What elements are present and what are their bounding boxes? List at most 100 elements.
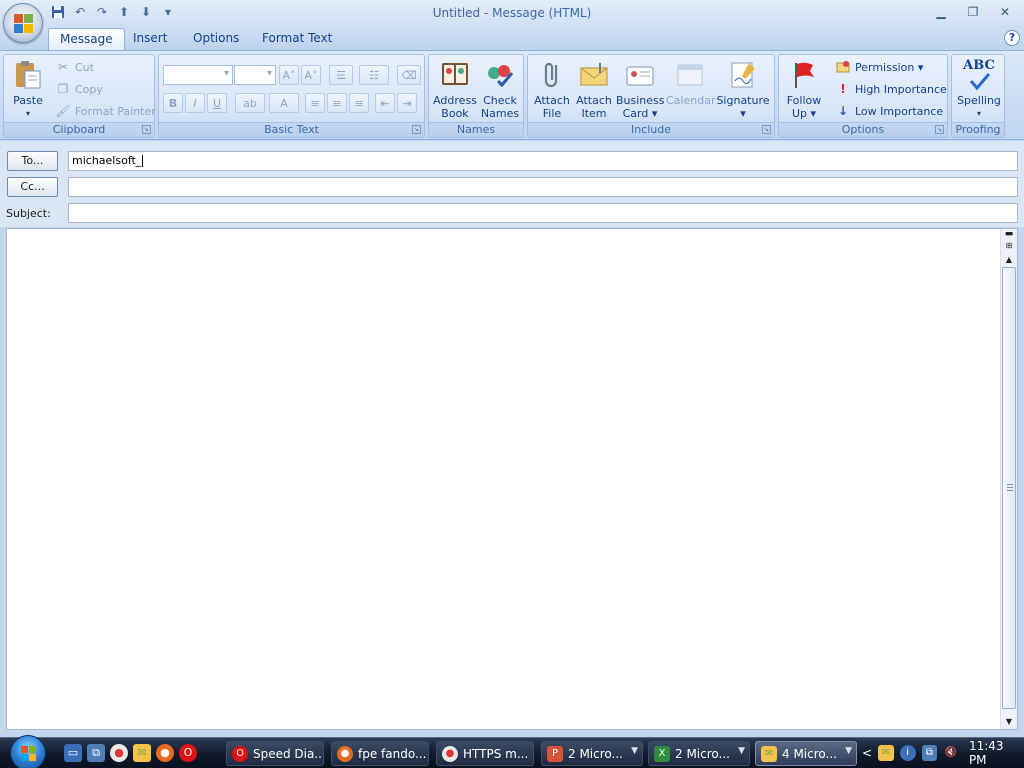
- high-importance-label: High Importance: [855, 82, 947, 96]
- powerpoint-icon: P: [547, 745, 563, 762]
- help-icon[interactable]: ?: [1004, 30, 1020, 46]
- task-microsoft-outlook[interactable]: ✉ 4 Micro... ▼: [755, 741, 857, 766]
- check-names-button[interactable]: Check Names: [479, 59, 521, 120]
- task-microsoft-1[interactable]: P 2 Micro... ▼: [541, 741, 643, 766]
- attach-item-label-2: Item: [581, 107, 607, 120]
- font-color-button[interactable]: A: [269, 93, 299, 113]
- volume-muted-icon[interactable]: 🔇: [943, 745, 959, 761]
- copy-button[interactable]: ❐ Copy: [55, 79, 103, 99]
- task-label: 4 Micro...: [782, 746, 837, 761]
- align-right-button[interactable]: ≡: [349, 93, 369, 113]
- bullets-button[interactable]: ☰: [329, 65, 353, 85]
- task-label: 2 Micro...: [568, 746, 623, 761]
- outlook-tray-icon[interactable]: ✉: [878, 745, 894, 761]
- spelling-check-icon: ABC: [963, 59, 995, 91]
- low-importance-button[interactable]: ↓ Low Importance: [835, 101, 943, 121]
- paste-button[interactable]: Paste ▾: [10, 59, 46, 120]
- clipboard-launcher-icon[interactable]: ↘: [142, 125, 151, 134]
- tab-message[interactable]: Message: [48, 28, 125, 50]
- view-ruler-icon[interactable]: ⊞: [1001, 239, 1017, 253]
- scroll-up-icon[interactable]: ▲: [1001, 253, 1017, 267]
- task-speed-dial[interactable]: O Speed Dia...: [226, 741, 324, 766]
- group-options: Follow Up ▾ Permission ▾ ! High Importan…: [778, 54, 948, 138]
- highlight-button[interactable]: ab: [235, 93, 265, 113]
- scroll-thumb[interactable]: [1002, 267, 1016, 709]
- cc-field[interactable]: [68, 177, 1018, 197]
- calendar-button[interactable]: Calendar: [666, 59, 715, 107]
- group-proofing: ABC Spelling ▾ Proofing: [951, 54, 1005, 138]
- grow-font-button[interactable]: A˄: [279, 65, 299, 85]
- basic-text-group-label: Basic Text: [159, 122, 424, 137]
- task-microsoft-2[interactable]: X 2 Micro... ▼: [648, 741, 750, 766]
- restore-button[interactable]: ❐: [958, 3, 988, 21]
- attach-file-button[interactable]: Attach File: [532, 59, 572, 120]
- tab-insert[interactable]: Insert: [122, 28, 178, 50]
- task-label: fpe fando...: [358, 746, 427, 761]
- task-group-dropdown-icon[interactable]: ▼: [845, 746, 852, 756]
- italic-button[interactable]: I: [185, 93, 205, 113]
- ruler-toggle-icon[interactable]: ▬: [1001, 229, 1017, 239]
- subject-field[interactable]: [68, 203, 1018, 223]
- firefox-icon[interactable]: ●: [156, 744, 174, 762]
- clear-formatting-button[interactable]: ⌫: [397, 65, 421, 85]
- shrink-font-button[interactable]: A˅: [301, 65, 321, 85]
- cc-button[interactable]: Cc...: [7, 177, 58, 197]
- business-card-button[interactable]: Business Card ▾: [616, 59, 665, 120]
- task-chrome[interactable]: ● HTTPS m...: [436, 741, 534, 766]
- group-include: Attach File Attach Item Business Card ▾ …: [527, 54, 775, 138]
- close-button[interactable]: ✕: [990, 3, 1020, 21]
- info-tray-icon[interactable]: i: [899, 745, 916, 761]
- task-group-dropdown-icon[interactable]: ▼: [738, 746, 745, 756]
- scroll-down-icon[interactable]: ▼: [1001, 715, 1017, 729]
- office-button[interactable]: [3, 3, 43, 43]
- address-book-icon: [439, 59, 471, 91]
- decrease-indent-button[interactable]: ⇤: [375, 93, 395, 113]
- outlook-icon[interactable]: ✉: [133, 744, 151, 762]
- permission-button[interactable]: Permission ▾: [835, 57, 923, 77]
- address-book-button[interactable]: Address Book: [433, 59, 477, 120]
- tab-format-text[interactable]: Format Text: [251, 28, 343, 50]
- underline-button[interactable]: U: [207, 93, 227, 113]
- chrome-icon[interactable]: ●: [110, 744, 128, 762]
- align-left-button[interactable]: ≡: [305, 93, 325, 113]
- check-names-label-2: Names: [480, 107, 520, 120]
- basic-text-launcher-icon[interactable]: ↘: [412, 125, 421, 134]
- align-center-button[interactable]: ≡: [327, 93, 347, 113]
- network-icon[interactable]: ⧉: [921, 745, 938, 761]
- address-book-label-2: Book: [441, 107, 469, 120]
- font-size-combo[interactable]: [234, 65, 276, 85]
- cut-button[interactable]: ✂ Cut: [55, 57, 94, 77]
- opera-icon[interactable]: O: [179, 744, 197, 762]
- options-group-label: Options: [779, 122, 947, 137]
- task-group-dropdown-icon[interactable]: ▼: [631, 746, 638, 756]
- switch-windows-icon[interactable]: ⧉: [87, 744, 105, 762]
- ribbon-tabs: Message Insert Options Format Text ?: [0, 27, 1024, 50]
- format-painter-button[interactable]: 🖌 Format Painter: [55, 101, 155, 121]
- options-launcher-icon[interactable]: ↘: [935, 125, 944, 134]
- message-body[interactable]: ▬ ⊞ ▲ ▼: [6, 228, 1018, 730]
- cut-label: Cut: [75, 60, 94, 74]
- signature-button[interactable]: Signature ▾: [716, 59, 770, 120]
- high-importance-button[interactable]: ! High Importance: [835, 79, 947, 99]
- attach-item-label-1: Attach: [576, 94, 612, 107]
- start-button[interactable]: [10, 735, 46, 768]
- numbering-button[interactable]: ☷: [359, 65, 389, 85]
- show-desktop-icon[interactable]: ▭: [64, 744, 82, 762]
- to-button[interactable]: To...: [7, 151, 58, 171]
- tray-chevron-icon[interactable]: <: [862, 746, 872, 760]
- follow-up-button[interactable]: Follow Up ▾: [783, 59, 825, 120]
- business-card-label-1: Business: [616, 94, 665, 107]
- envelope-icon: [578, 59, 610, 91]
- clock[interactable]: 11:43 PM: [969, 739, 1024, 767]
- include-launcher-icon[interactable]: ↘: [762, 125, 771, 134]
- tab-options[interactable]: Options: [182, 28, 250, 50]
- task-firefox[interactable]: ● fpe fando...: [331, 741, 429, 766]
- minimize-button[interactable]: ▁: [926, 3, 956, 21]
- font-name-combo[interactable]: [163, 65, 233, 85]
- attach-item-button[interactable]: Attach Item: [574, 59, 614, 120]
- bold-button[interactable]: B: [163, 93, 183, 113]
- to-field[interactable]: michaelsoft_: [68, 151, 1018, 171]
- increase-indent-button[interactable]: ⇥: [397, 93, 417, 113]
- body-scrollbar[interactable]: ▬ ⊞ ▲ ▼: [1000, 229, 1017, 729]
- spelling-button[interactable]: ABC Spelling ▾: [955, 59, 1003, 120]
